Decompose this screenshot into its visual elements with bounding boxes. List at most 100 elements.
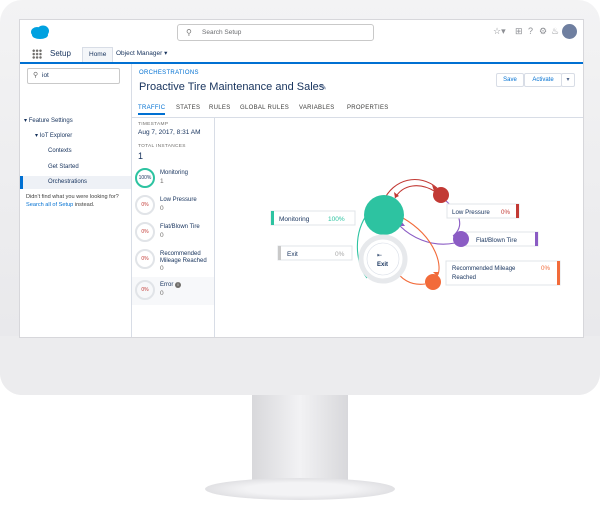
state-stat-error[interactable]: 0% Error i 0 <box>132 278 214 304</box>
low-pressure-card-label: Low Pressure <box>452 209 490 216</box>
traffic-diagram: Monitoring 100% Exit 0% Low Pressure 0% … <box>215 118 583 337</box>
exit-node-label: Exit <box>377 262 388 268</box>
app-navigation: Setup Home Object Manager ▾ <box>20 46 583 64</box>
state-percent-ring: 0% <box>135 222 155 242</box>
tab-rules[interactable]: RULES <box>209 105 231 111</box>
low-pressure-card-percent: 0% <box>501 209 510 216</box>
tab-traffic[interactable]: TRAFFIC <box>138 105 166 115</box>
state-name: Flat/Blown Tire <box>160 224 200 230</box>
timestamp-value: Aug 7, 2017, 8:31 AM <box>138 129 201 136</box>
traffic-stats-panel: TIMESTAMP Aug 7, 2017, 8:31 AM TOTAL INS… <box>132 118 215 337</box>
mileage-card-percent: 0% <box>541 265 550 272</box>
state-stat-flat-tire[interactable]: 0% Flat/Blown Tire 0 <box>132 220 214 246</box>
more-actions-dropdown[interactable]: ▾ <box>561 73 575 87</box>
state-stat-monitoring[interactable]: 100% Monitoring 1 <box>132 166 214 192</box>
state-count: 1 <box>160 178 164 185</box>
transition-monitoring-to-mileage <box>402 217 440 277</box>
monitor-stand-base <box>205 478 395 500</box>
sidebar-item-label: Feature Settings <box>28 118 73 124</box>
flat-tire-node[interactable] <box>453 231 469 247</box>
help-icon[interactable]: ? <box>528 26 533 36</box>
monitoring-card-percent: 100% <box>328 216 345 223</box>
tab-states[interactable]: STATES <box>176 105 200 111</box>
mileage-card-accent <box>557 261 560 285</box>
state-percent-ring: 0% <box>135 280 155 300</box>
info-icon[interactable]: i <box>175 282 182 288</box>
chevron-down-icon: ▾ <box>164 50 168 57</box>
monitoring-card-accent <box>271 211 274 225</box>
mileage-card-label-line: Reached <box>452 275 476 281</box>
state-count: 0 <box>160 205 164 212</box>
transition-flat-tire-to-monitoring <box>399 225 456 245</box>
sidebar-item-orchestrations[interactable]: Orchestrations <box>48 179 87 185</box>
breadcrumb[interactable]: ORCHESTRATIONS <box>139 70 199 76</box>
exit-card-label: Exit <box>287 251 298 258</box>
state-percent-ring: 100% <box>135 168 155 188</box>
global-search[interactable]: ⚲ Search Setup <box>177 24 374 41</box>
total-instances-value: 1 <box>138 151 144 161</box>
mileage-node[interactable] <box>425 274 441 290</box>
mileage-card-label-line: Recommended Mileage <box>452 266 516 272</box>
sidebar-item-label: IoT Explorer <box>39 133 73 139</box>
low-pressure-card-accent <box>516 204 519 218</box>
exit-card-accent <box>278 246 281 260</box>
state-name: Low Pressure <box>160 197 197 203</box>
state-name: Recommended Mileage Reached <box>160 251 207 264</box>
salesforce-cloud-logo[interactable] <box>29 24 51 40</box>
sidebar-item-contexts[interactable]: Contexts <box>48 148 72 154</box>
nav-tab-home[interactable]: Home <box>82 47 114 62</box>
state-percent-ring: 0% <box>135 195 155 215</box>
monitor-stand-neck <box>252 395 348 490</box>
monitoring-card-label: Monitoring <box>279 216 310 223</box>
state-stat-mileage[interactable]: 0% Recommended Mileage Reached 0 <box>132 247 214 273</box>
exit-card-percent: 0% <box>335 251 345 258</box>
global-header: ⚲ Search Setup ☆▾ ⊞ ? ⚙ ♨ <box>20 20 583 47</box>
total-instances-label: TOTAL INSTANCES <box>138 144 186 149</box>
add-icon[interactable]: ⊞ <box>515 26 523 37</box>
state-percent-ring: 0% <box>135 249 155 269</box>
state-name: Monitoring <box>160 170 189 176</box>
chevron-down-icon: ▾ <box>566 77 570 83</box>
low-pressure-node[interactable] <box>433 187 449 203</box>
exit-node-inner <box>366 242 400 276</box>
note-suffix: instead. <box>74 201 95 208</box>
flat-tire-card-accent <box>535 232 538 246</box>
favorites-icon[interactable]: ☆▾ <box>493 26 506 37</box>
app-name: Setup <box>50 49 71 58</box>
search-placeholder: Search Setup <box>202 29 242 36</box>
sidebar-item-iot-explorer[interactable]: ▾ IoT Explorer <box>35 132 72 139</box>
sidebar-not-found-note: Didn't find what you were looking for? S… <box>26 194 126 209</box>
search-all-setup-link[interactable]: Search all of Setup <box>26 202 73 208</box>
sidebar-item-feature-settings[interactable]: ▾ Feature Settings <box>24 117 73 124</box>
nav-tab-object-manager-label: Object Manager <box>116 50 163 57</box>
nav-tab-object-manager[interactable]: Object Manager ▾ <box>116 47 167 61</box>
quick-find-input[interactable]: ⚲ iot <box>27 68 120 84</box>
screen: ⚲ Search Setup ☆▾ ⊞ ? ⚙ ♨ Setup Home Obj… <box>19 19 584 338</box>
monitor-chin <box>0 336 600 395</box>
state-stat-low-pressure[interactable]: 0% Low Pressure 0 <box>132 193 214 219</box>
save-button[interactable]: Save <box>496 73 524 87</box>
main-content: ORCHESTRATIONS Proactive Tire Maintenanc… <box>132 64 583 337</box>
edit-pencil-icon[interactable]: ✎ <box>320 83 327 92</box>
setup-gear-icon[interactable]: ⚙ <box>539 26 547 37</box>
notifications-bell-icon[interactable]: ♨ <box>551 26 559 37</box>
quick-find-value: iot <box>42 72 49 79</box>
activate-button[interactable]: Activate <box>524 73 562 87</box>
error-label: Error <box>160 282 174 288</box>
exit-icon: ⇤ <box>377 253 382 259</box>
flat-tire-card-label: Flat/Blown Tire <box>476 237 517 244</box>
app-launcher-icon[interactable] <box>32 49 42 59</box>
transition-low-pressure-to-monitoring <box>394 185 437 199</box>
setup-sidebar: ⚲ iot ▾ Feature Settings ▾ IoT Explorer … <box>20 64 132 337</box>
user-avatar[interactable] <box>562 24 577 39</box>
monitoring-node[interactable] <box>364 195 404 235</box>
sidebar-item-get-started[interactable]: Get Started <box>48 164 79 170</box>
tab-global-rules[interactable]: GLOBAL RULES <box>240 105 289 111</box>
tab-properties[interactable]: PROPERTIES <box>347 105 389 111</box>
state-count: 0 <box>160 265 164 272</box>
search-icon: ⚲ <box>186 28 192 37</box>
tab-variables[interactable]: VARIABLES <box>299 105 335 111</box>
state-name: Error i <box>160 282 182 289</box>
state-count: 0 <box>160 290 164 297</box>
traffic-diagram-svg: Monitoring 100% Exit 0% Low Pressure 0% … <box>270 179 561 290</box>
